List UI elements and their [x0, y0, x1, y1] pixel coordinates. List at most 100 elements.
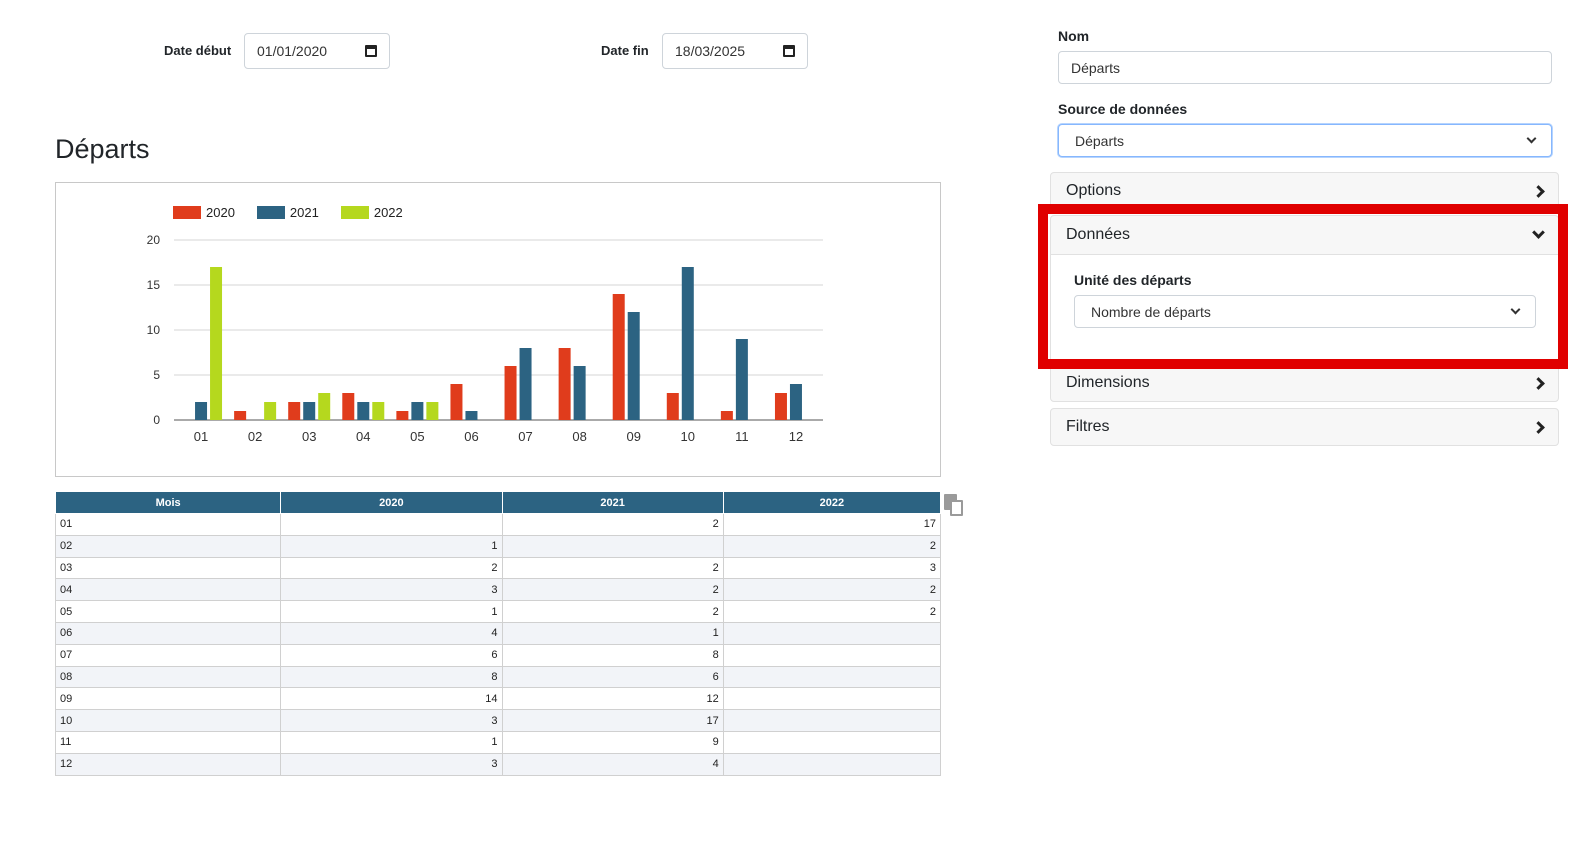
table-header-2021[interactable]: 2021: [501, 491, 724, 514]
table-row: 10 3 17: [54, 709, 942, 732]
bar[interactable]: [303, 402, 316, 420]
bar[interactable]: [195, 402, 208, 420]
bar[interactable]: [288, 402, 301, 420]
table-cell-value: 1: [280, 534, 503, 558]
bar[interactable]: [372, 402, 385, 420]
y-tick-label: 20: [147, 233, 161, 247]
table-cell-value: 2: [501, 578, 724, 602]
table-cell-value: [722, 752, 942, 776]
table-cell-value: [722, 665, 942, 689]
accordion-options-title: Options: [1066, 182, 1122, 199]
calendar-icon[interactable]: [365, 45, 377, 57]
x-tick-label: 07: [518, 429, 532, 444]
date-debut-label: Date début: [164, 43, 232, 58]
bar[interactable]: [426, 402, 439, 420]
x-tick-label: 08: [572, 429, 586, 444]
table-cell-value: 1: [280, 600, 503, 623]
table-cell-month: 01: [54, 513, 282, 536]
table-cell-value: 14: [280, 687, 503, 711]
table-cell-value: [280, 513, 503, 536]
source-label: Source de données: [1058, 101, 1188, 117]
table-cell-month: 12: [54, 752, 282, 776]
page-title: Départs: [55, 134, 150, 164]
table-cell-month: 08: [54, 665, 282, 689]
bar[interactable]: [789, 384, 802, 420]
table-cell-value: 12: [501, 687, 724, 711]
table-row: 02 1 2: [54, 534, 942, 558]
source-select[interactable]: Départs: [1058, 124, 1552, 157]
table-header-2020[interactable]: 2020: [280, 491, 503, 514]
bar[interactable]: [735, 339, 748, 420]
source-value: Départs: [1075, 132, 1125, 149]
bar[interactable]: [612, 294, 625, 420]
table-row: 09 14 12: [54, 687, 942, 711]
bar[interactable]: [210, 267, 223, 420]
table-row: 11 1 9: [54, 730, 942, 754]
x-tick-label: 03: [302, 429, 316, 444]
bar[interactable]: [627, 312, 640, 420]
bar[interactable]: [666, 393, 679, 420]
bar[interactable]: [411, 402, 424, 420]
table-cell-value: 2: [722, 578, 942, 602]
date-fin-value: 18/03/2025: [675, 43, 746, 59]
x-tick-label: 02: [248, 429, 262, 444]
data-table: Mois 2020 2021 2022 01 2 17 02 1 2 03 2 2 3 04 3 2 2 0…: [54, 491, 942, 776]
table-cell-value: 2: [501, 513, 724, 536]
bar[interactable]: [774, 393, 787, 420]
x-tick-label: 11: [735, 429, 749, 444]
nom-input[interactable]: Départs: [1058, 51, 1552, 84]
chevron-right-icon: [1532, 420, 1545, 434]
date-debut-input[interactable]: 01/01/2020: [244, 33, 390, 69]
table-row: 07 6 8: [54, 643, 942, 667]
bar[interactable]: [558, 348, 571, 420]
bar[interactable]: [357, 402, 370, 420]
table-cell-month: 03: [54, 556, 282, 580]
date-fin-input[interactable]: 18/03/2025: [662, 33, 808, 69]
copy-icon[interactable]: [944, 494, 964, 516]
table-cell-value: [501, 534, 724, 558]
accordion-filtres[interactable]: Filtres: [1050, 408, 1559, 446]
date-fin-label: Date fin: [601, 43, 649, 58]
table-row: 05 1 2 2: [54, 600, 942, 623]
table-cell-value: 1: [501, 621, 724, 645]
bar[interactable]: [519, 348, 532, 420]
table-cell-value: 3: [722, 556, 942, 580]
table-header-mois[interactable]: Mois: [54, 491, 282, 514]
table-row: 04 3 2 2: [54, 578, 942, 602]
bar[interactable]: [318, 393, 331, 420]
bar[interactable]: [504, 366, 517, 420]
table-row: 08 8 6: [54, 665, 942, 689]
accordion-dimensions[interactable]: Dimensions: [1050, 364, 1559, 402]
y-tick-label: 10: [147, 323, 161, 337]
table-header-2022[interactable]: 2022: [722, 491, 942, 514]
accordion-filtres-title: Filtres: [1066, 418, 1110, 435]
bar[interactable]: [264, 402, 277, 420]
table-row: 01 2 17: [54, 513, 942, 536]
table-cell-month: 11: [54, 730, 282, 754]
bar[interactable]: [234, 411, 247, 420]
bar[interactable]: [720, 411, 733, 420]
table-cell-value: 9: [501, 730, 724, 754]
table-cell-month: 06: [54, 621, 282, 645]
x-tick-label: 12: [789, 429, 803, 444]
bar[interactable]: [573, 366, 586, 420]
bar[interactable]: [681, 267, 694, 420]
table-cell-value: [722, 730, 942, 754]
date-debut-value: 01/01/2020: [257, 43, 328, 59]
table-cell-value: 6: [280, 643, 503, 667]
table-cell-value: 17: [501, 709, 724, 732]
nom-label: Nom: [1058, 28, 1090, 44]
x-tick-label: 05: [410, 429, 424, 444]
table-cell-value: [722, 621, 942, 645]
x-tick-label: 04: [356, 429, 370, 444]
table-cell-value: 2: [722, 600, 942, 623]
calendar-icon[interactable]: [783, 45, 795, 57]
bar[interactable]: [465, 411, 478, 420]
bar[interactable]: [342, 393, 355, 420]
x-tick-label: 01: [194, 429, 208, 444]
bar[interactable]: [396, 411, 409, 420]
table-cell-month: 09: [54, 687, 282, 711]
table-header-row: Mois 2020 2021 2022: [54, 491, 942, 514]
bar[interactable]: [450, 384, 463, 420]
table-row: 12 3 4: [54, 752, 942, 776]
